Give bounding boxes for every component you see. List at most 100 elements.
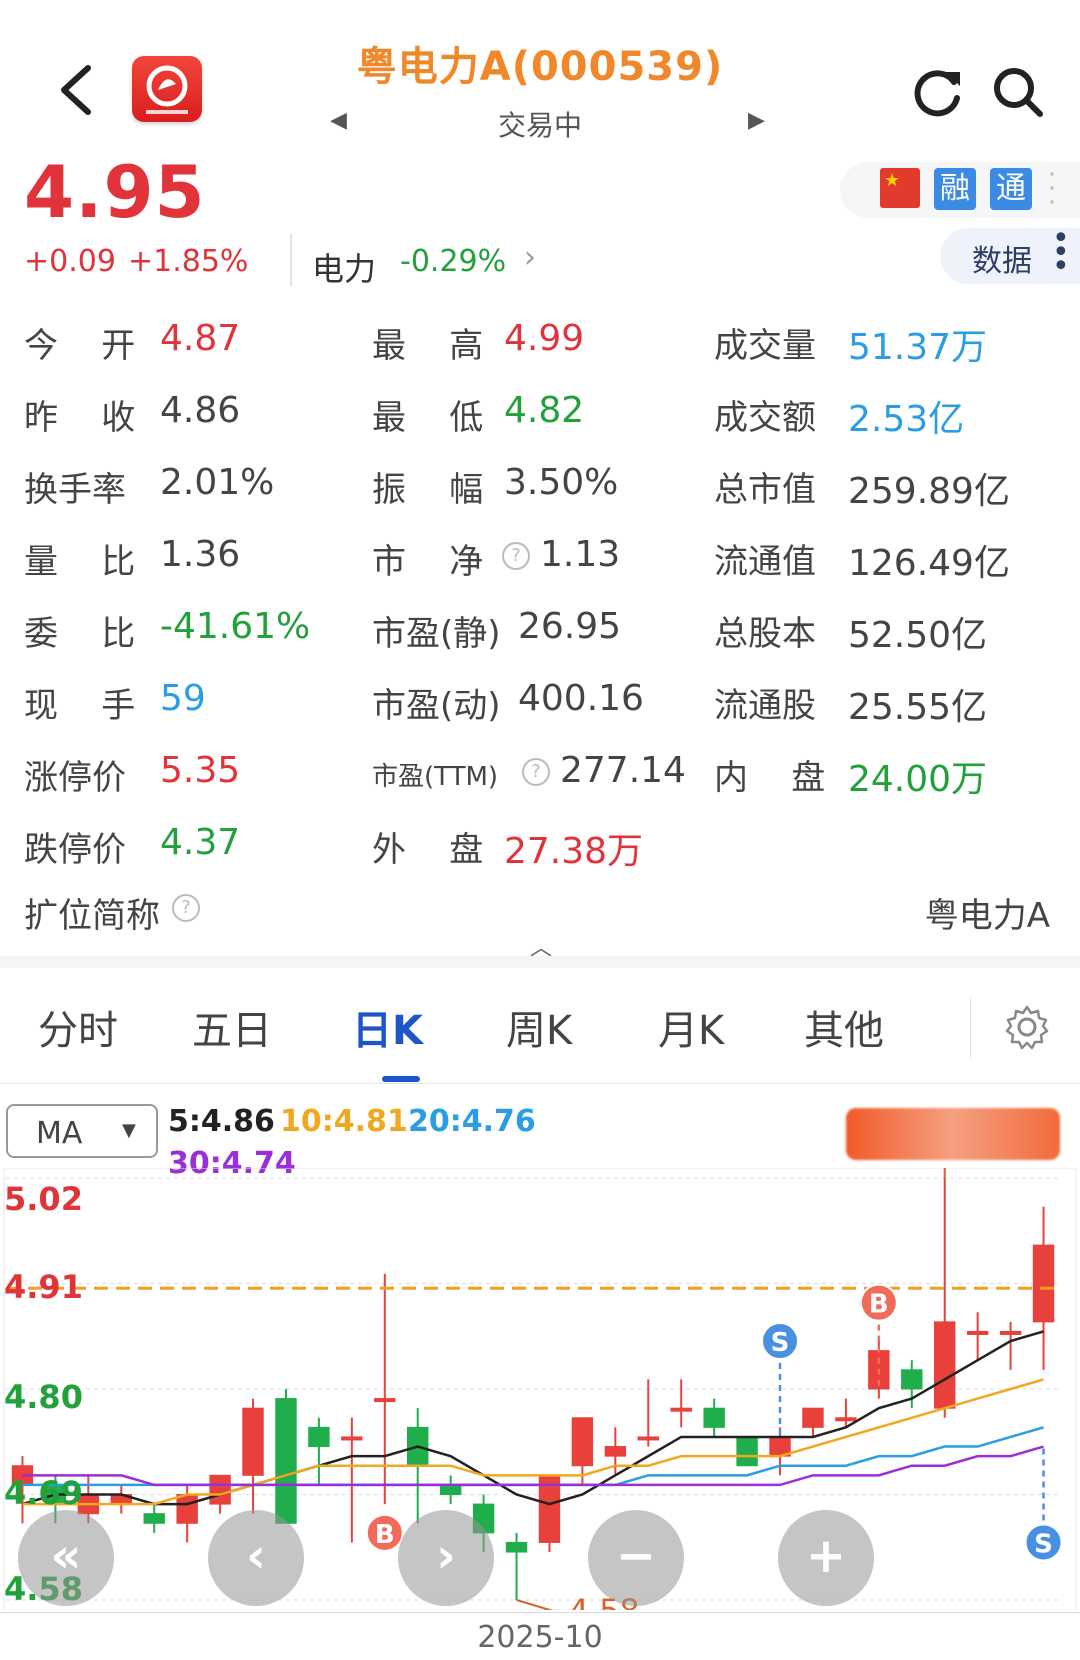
candle-body [505,1541,528,1553]
candlestick-chart[interactable]: 5.024.58BSBS [0,1168,1080,1610]
stat-label: 市盈(静) [372,614,501,654]
candle-body [637,1436,659,1441]
stat-label: 跌停价 [24,830,126,870]
stat-label: 总股本 [714,614,816,654]
stat-value: 1.36 [160,534,241,575]
gear-icon[interactable] [1004,1004,1050,1050]
china-flag-icon: ★ [880,168,920,208]
next-stock-button[interactable]: ▶ [748,108,765,133]
active-tab-indicator [382,1076,420,1082]
stat-label: 振 幅 [372,470,484,510]
stat-value: 51.37万 [848,327,988,368]
ma10-legend: 10:4.81 [280,1104,408,1139]
indicator-select[interactable]: MA ▼ [6,1104,158,1158]
zoom-in-button[interactable]: + [778,1510,874,1606]
ma20-legend: 20:4.76 [408,1104,536,1139]
stat-label: 委 比 [24,614,136,654]
candle-body [736,1436,758,1467]
candle-body [143,1513,165,1524]
candle-body [703,1407,725,1428]
margin-trading-badge[interactable]: 融 [934,168,976,210]
data-button-label[interactable]: 数据 [972,236,1032,280]
stat-value: 26.95 [518,606,622,647]
refresh-icon[interactable] [910,64,966,120]
stat-value: 27.38万 [504,831,644,872]
scroll-left-button[interactable]: ‹ [208,1510,304,1606]
stat-value: 400.16 [518,678,644,719]
tab-other[interactable]: 其他 [804,998,884,1056]
sector-name[interactable]: 电力 [312,244,376,290]
tab-daily-k[interactable]: 日K [352,998,423,1056]
stock-connect-badge[interactable]: 通 [990,168,1032,210]
candle-body [966,1330,989,1335]
sector-change[interactable]: -0.29% [400,244,506,279]
stat-value: 5.35 [160,750,241,791]
help-icon[interactable]: ? [502,542,530,570]
candle-body [374,1398,396,1403]
stat-label: 流通股 [714,686,816,726]
candle-body [802,1407,824,1428]
search-icon[interactable] [990,64,1046,120]
x-axis-date: 2025-10 [477,1620,603,1655]
candle-body [670,1407,692,1412]
tab-monthly-k[interactable]: 月K [658,998,724,1056]
y-tick-label: 4.91 [4,1268,83,1306]
zoom-out-button[interactable]: − [588,1510,684,1606]
marker-label: S [771,1328,790,1358]
extended-name-label: 扩位简称 [24,896,160,936]
stat-label: 流通值 [714,542,816,582]
stat-label: 市盈(TTM) [372,762,499,792]
divider [0,1612,1080,1613]
help-icon[interactable]: ? [522,758,550,786]
y-tick-label: 5.02 [4,1180,83,1218]
stat-label: 总市值 [714,470,816,510]
divider [970,998,971,1058]
stat-label: 成交额 [714,398,816,438]
stat-value: 4.87 [160,318,241,359]
scroll-right-button[interactable]: › [398,1510,494,1606]
candle-body [934,1321,956,1409]
chevron-right-icon[interactable]: › [524,240,536,275]
tab-weekly-k[interactable]: 周K [506,998,572,1056]
stat-value: -41.61% [160,606,311,647]
stat-value: 2.01% [160,462,275,503]
section-separator [0,956,1080,968]
ma-line [22,1330,1044,1506]
candle-body [571,1417,594,1467]
stat-value: 126.49亿 [848,543,1010,584]
marker-label: S [1034,1529,1053,1559]
data-menu-icon[interactable]: • • • [1052,224,1070,282]
price-change: +0.09 [24,244,116,279]
promo-banner[interactable] [846,1108,1060,1160]
stat-label: 现 手 [24,686,136,726]
stat-value: 25.55亿 [848,687,988,728]
stat-value: 2.53亿 [848,399,965,440]
stat-label: 最 低 [372,398,484,438]
stat-label: 市 净 [372,542,484,582]
candle-body [999,1330,1022,1335]
tab-five-day[interactable]: 五日 [192,998,272,1056]
candle-body [308,1426,330,1448]
stat-label: 换手率 [24,470,126,510]
stat-label: 内 盘 [714,758,826,798]
stat-value: 59 [160,678,206,719]
candle-body [439,1484,462,1495]
stat-value: 24.00万 [848,759,988,800]
stat-label: 最 高 [372,326,484,366]
stat-value: 277.14 [560,750,686,791]
more-vertical-icon[interactable]: · · · [1046,162,1058,216]
stat-label: 量 比 [24,542,136,582]
period-tabs: 分时 五日 日K 周K 月K 其他 [0,968,1080,1084]
stat-value: 4.37 [160,822,241,863]
tab-intraday[interactable]: 分时 [38,998,118,1056]
low-annotation-line [516,1599,554,1610]
stat-value: 259.89亿 [848,471,1010,512]
candle-body [209,1474,231,1505]
stat-label: 涨停价 [24,758,126,798]
candle-body [901,1369,923,1390]
candle-body [176,1494,198,1524]
caret-down-icon: ▼ [122,1120,136,1141]
ma-line [22,1445,1044,1487]
help-icon[interactable]: ? [172,894,200,922]
scroll-to-start-button[interactable]: « [18,1510,114,1606]
